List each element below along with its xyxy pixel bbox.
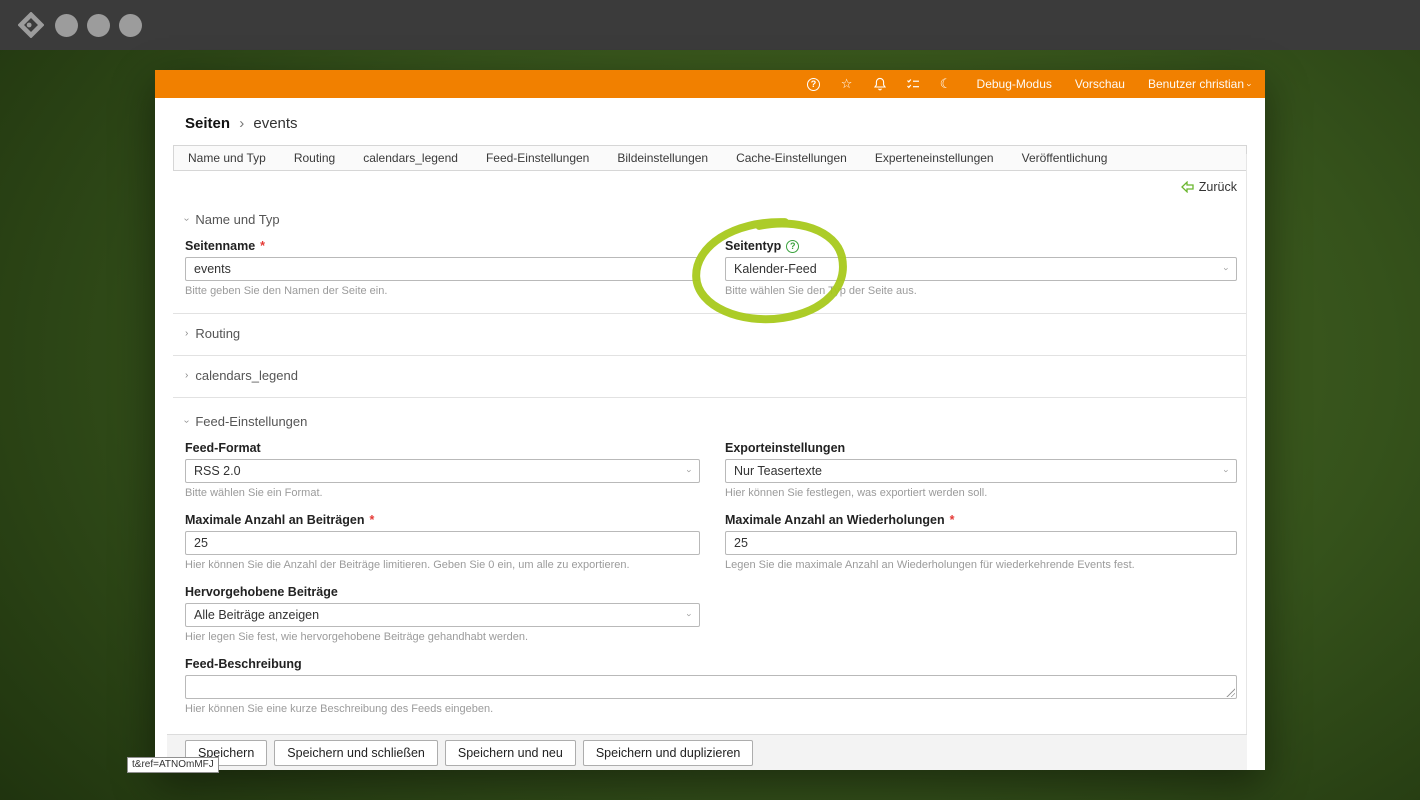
field-help: Legen Sie die maximale Anzahl an Wiederh… (725, 559, 1237, 571)
field-help: Hier legen Sie fest, wie hervorgehobene … (185, 631, 700, 643)
max-beitraege-input[interactable] (185, 531, 700, 555)
chevron-right-icon: › (185, 370, 188, 381)
feed-format-select[interactable]: RSS 2.0 › (185, 459, 700, 483)
tab-experteneinstellungen[interactable]: Experteneinstellungen (861, 146, 1008, 170)
field-seitenname: Seitenname* Bitte geben Sie den Namen de… (185, 239, 700, 297)
field-label: Maximale Anzahl an Wiederholungen* (725, 513, 1237, 527)
bell-icon[interactable] (872, 76, 888, 92)
toolbar-dot (119, 14, 142, 37)
selected-value: Kalender-Feed (734, 262, 817, 276)
app-window: ? ☆ ☾ Debug-Modus Vorschau Benutzer chri… (155, 70, 1265, 770)
chevron-down-icon: › (1222, 268, 1232, 271)
recorder-logo-icon (18, 12, 44, 38)
field-exporteinstellungen: Exporteinstellungen Nur Teasertexte › Hi… (725, 441, 1237, 499)
chevron-down-icon: › (181, 218, 192, 221)
field-label: Seitentyp ? (725, 239, 1237, 253)
status-url-tooltip: t&ref=ATNOmMFJ (127, 757, 219, 773)
tab-calendars-legend[interactable]: calendars_legend (349, 146, 472, 170)
tab-name-und-typ[interactable]: Name und Typ (174, 146, 280, 170)
seitentyp-select[interactable]: Kalender-Feed › (725, 257, 1237, 281)
selected-value: Alle Beiträge anzeigen (194, 608, 319, 622)
preview-menu-item[interactable]: Vorschau (1075, 77, 1125, 91)
required-asterisk: * (260, 239, 265, 253)
tab-bildeinstellungen[interactable]: Bildeinstellungen (603, 146, 722, 170)
chevron-right-icon: › (185, 328, 188, 339)
field-help: Hier können Sie festlegen, was exportier… (725, 487, 1237, 499)
save-button-bar: Speichern Speichern und schließen Speich… (167, 734, 1247, 770)
toolbar-dot (55, 14, 78, 37)
tab-veroeffentlichung[interactable]: Veröffentlichung (1008, 146, 1122, 170)
section-header-routing[interactable]: › Routing (185, 326, 1237, 341)
field-label: Feed-Format (185, 441, 700, 455)
field-help: Hier können Sie eine kurze Beschreibung … (185, 703, 1237, 715)
field-max-wiederholungen: Maximale Anzahl an Wiederholungen* Legen… (725, 513, 1237, 571)
field-help: Bitte geben Sie den Namen der Seite ein. (185, 285, 700, 297)
field-max-beitraege: Maximale Anzahl an Beiträgen* Hier könne… (185, 513, 700, 571)
field-label: Seitenname* (185, 239, 700, 253)
chevron-down-icon: › (685, 470, 695, 473)
exporteinstellungen-select[interactable]: Nur Teasertexte › (725, 459, 1237, 483)
desktop-background: ? ☆ ☾ Debug-Modus Vorschau Benutzer chri… (0, 0, 1420, 800)
save-duplicate-button[interactable]: Speichern und duplizieren (583, 740, 754, 766)
section-header-name-und-typ[interactable]: › Name und Typ (185, 212, 1237, 227)
tab-cache-einstellungen[interactable]: Cache-Einstellungen (722, 146, 861, 170)
field-feed-format: Feed-Format RSS 2.0 › Bitte wählen Sie e… (185, 441, 700, 499)
section-header-calendars-legend[interactable]: › calendars_legend (185, 368, 1237, 383)
capture-toolbar (0, 0, 1420, 50)
scrollbar-track[interactable] (1246, 154, 1247, 734)
field-hervorgehobene-beitraege: Hervorgehobene Beiträge Alle Beiträge an… (185, 585, 700, 643)
back-button[interactable]: Zurück (1181, 180, 1237, 194)
back-arrow-icon (1181, 181, 1194, 193)
chevron-down-icon: › (685, 614, 695, 617)
breadcrumb-root: Seiten (185, 115, 230, 132)
required-asterisk: * (369, 513, 374, 527)
field-help: Hier können Sie die Anzahl der Beiträge … (185, 559, 700, 571)
chevron-down-icon: › (181, 420, 192, 423)
field-help: Bitte wählen Sie ein Format. (185, 487, 700, 499)
back-label: Zurück (1199, 180, 1237, 194)
hervorgehobene-beitraege-select[interactable]: Alle Beiträge anzeigen › (185, 603, 700, 627)
form-tabbar: Name und Typ Routing calendars_legend Fe… (173, 145, 1247, 171)
user-menu-label: Benutzer christian (1148, 77, 1244, 91)
seitenname-input[interactable] (185, 257, 700, 281)
field-label: Hervorgehobene Beiträge (185, 585, 700, 599)
save-new-button[interactable]: Speichern und neu (445, 740, 576, 766)
section-header-feed-einstellungen[interactable]: › Feed-Einstellungen (185, 414, 1237, 429)
breadcrumb: Seiten › events (185, 98, 1237, 132)
tab-routing[interactable]: Routing (280, 146, 349, 170)
top-module-bar: ? ☆ ☾ Debug-Modus Vorschau Benutzer chri… (155, 70, 1265, 98)
selected-value: Nur Teasertexte (734, 464, 822, 478)
selected-value: RSS 2.0 (194, 464, 241, 478)
field-feed-beschreibung: Feed-Beschreibung Hier können Sie eine k… (185, 657, 1237, 715)
section-divider (173, 397, 1247, 398)
tab-feed-einstellungen[interactable]: Feed-Einstellungen (472, 146, 603, 170)
breadcrumb-separator: › (239, 115, 244, 132)
user-menu[interactable]: Benutzer christian› (1148, 77, 1251, 91)
feed-beschreibung-textarea[interactable] (185, 675, 1237, 699)
chevron-down-icon: › (1245, 84, 1255, 87)
toolbar-dot (87, 14, 110, 37)
field-label: Feed-Beschreibung (185, 657, 1237, 671)
field-help: Bitte wählen Sie den Typ der Seite aus. (725, 285, 1237, 297)
help-icon[interactable]: ? (806, 76, 822, 92)
max-wiederholungen-input[interactable] (725, 531, 1237, 555)
star-icon[interactable]: ☆ (839, 76, 855, 92)
required-asterisk: * (950, 513, 955, 527)
question-mark-help-icon[interactable]: ? (786, 240, 799, 253)
tasks-icon[interactable] (905, 76, 921, 92)
field-seitentyp: Seitentyp ? Kalender-Feed › Bitte wählen… (725, 239, 1237, 297)
field-label: Maximale Anzahl an Beiträgen* (185, 513, 700, 527)
moon-icon[interactable]: ☾ (938, 76, 954, 92)
debug-mode-menu-item[interactable]: Debug-Modus (977, 77, 1052, 91)
field-label: Exporteinstellungen (725, 441, 1237, 455)
chevron-down-icon: › (1222, 470, 1232, 473)
save-close-button[interactable]: Speichern und schließen (274, 740, 438, 766)
breadcrumb-current: events (253, 115, 297, 132)
document-area: Seiten › events Name und Typ Routing cal… (155, 98, 1265, 770)
